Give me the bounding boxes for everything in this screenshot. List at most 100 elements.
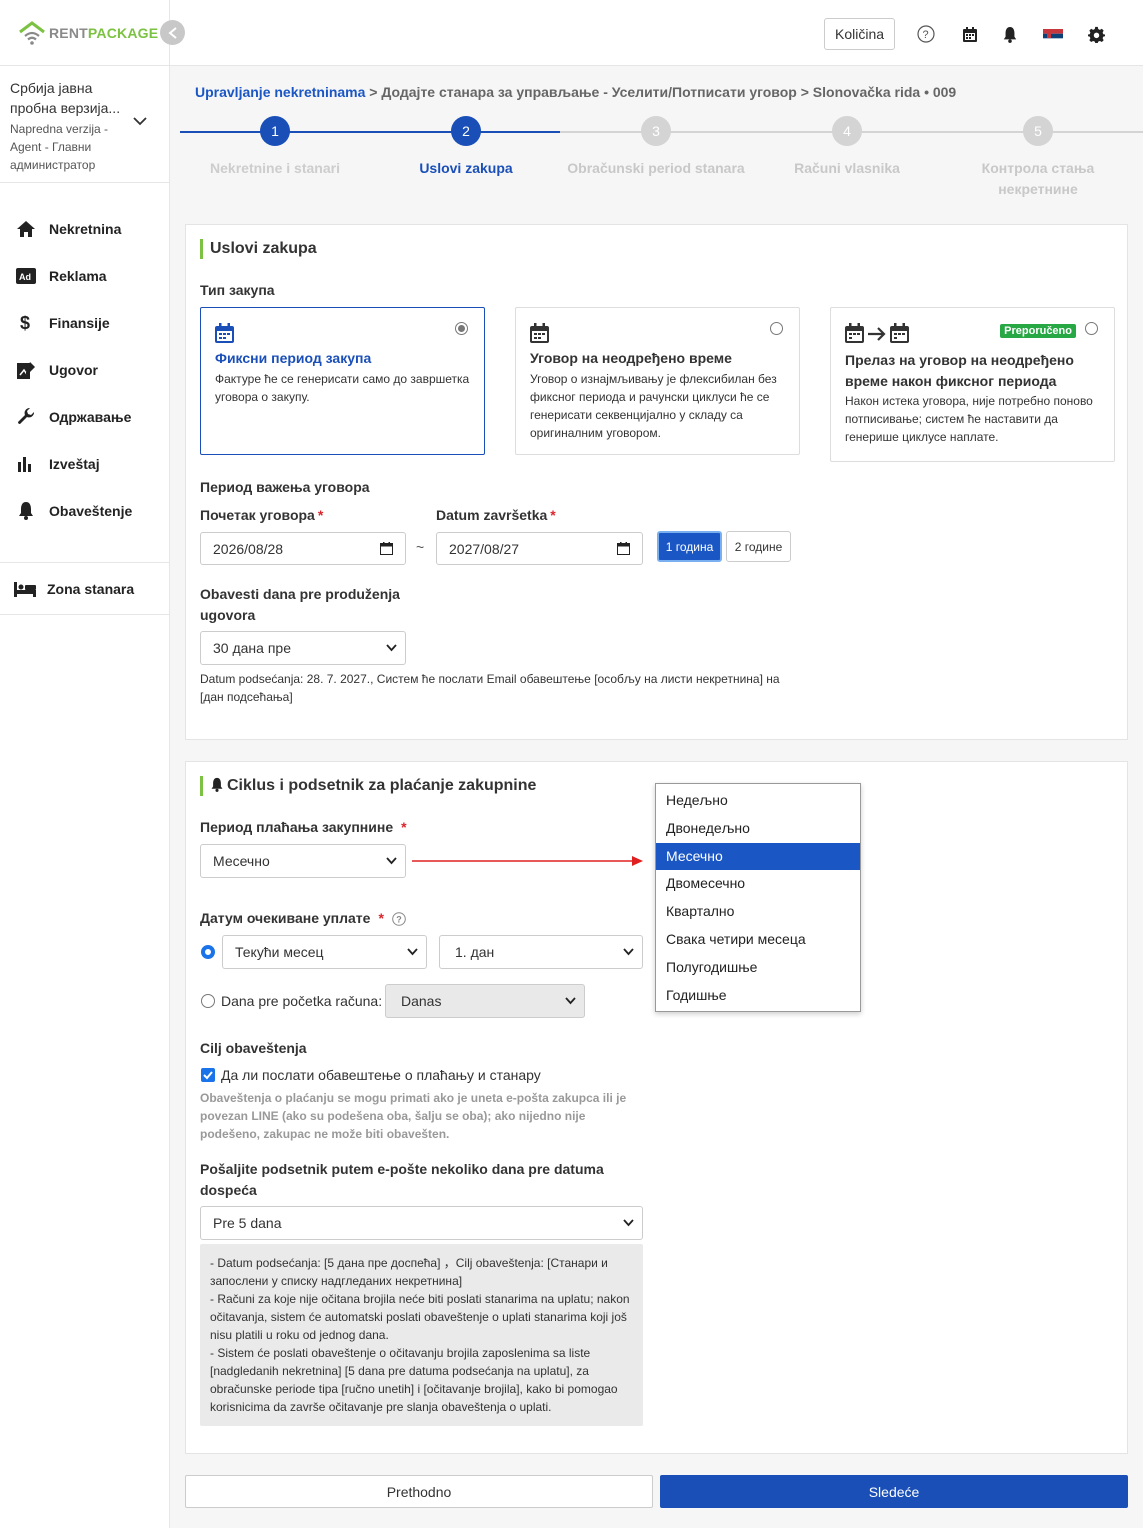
step-1[interactable]: 1 Nekretnine i stanari [180,116,370,179]
step-number: 4 [832,116,862,146]
start-date-text: Почетак уговора [200,507,315,523]
chevron-down-icon[interactable] [133,116,147,126]
nav-item-izvestaj[interactable]: Izveštaj [0,440,169,487]
two-years-button[interactable]: 2 године [726,531,791,562]
days-before-value: Danas [401,993,442,1009]
dropdown-option[interactable]: Двонедељно [656,815,860,843]
lease-option-transition[interactable]: Preporučeno Прелаз на уговор на неодређе… [830,307,1115,462]
notify-days-value: 30 дана пре [213,640,291,656]
notify-days-select[interactable]: 30 дана пре [200,631,406,665]
step-3: 3 Obračunski period stanara [561,116,751,179]
expected-payment-label: Датум очекиване уплате * ? [200,910,406,926]
radio-transition[interactable] [1085,322,1098,335]
step-label: Контрола стања некретнине [981,160,1095,197]
nav-label: Izveštaj [49,455,100,472]
reminder-date-hint: Datum podsećanja: 28. 7. 2027., Систем ћ… [200,672,780,704]
payment-period-select[interactable]: Месечно [200,844,406,878]
lease-option-fixed[interactable]: Фиксни период закупа Фактуре ће се генер… [200,307,485,455]
breadcrumb: Upravljanje nekretninama > Додајте стана… [195,84,956,100]
step-label: Računi vlasnika [794,160,900,176]
nav-item-finansije[interactable]: $ Finansije [0,299,169,346]
dropdown-option[interactable]: Годишње [656,982,860,1010]
account-switcher[interactable]: Србија јавна пробна верзија... Napredna … [0,66,169,183]
settings-gear-icon[interactable] [1086,24,1106,44]
checkmark-icon [203,1071,213,1080]
email-reminder-value: Pre 5 dana [213,1215,282,1231]
due-day-select[interactable]: 1. дан [439,935,643,969]
radio-current-month[interactable] [201,945,215,959]
dropdown-option[interactable]: Квартално [656,898,860,926]
calendar-picker-icon[interactable] [380,542,393,555]
one-year-button[interactable]: 1 година [657,531,722,562]
start-date-input[interactable]: 2026/08/28 [200,532,406,565]
notify-tenant-label[interactable]: Да ли послати обавештење о плаћању и ста… [221,1067,541,1083]
days-before-select[interactable]: Danas [385,984,585,1018]
bell-icon [15,501,37,521]
nav-item-zona-stanara[interactable]: Zona stanara [0,563,169,615]
dropdown-option[interactable]: Свака четири месеца [656,926,860,954]
lease-option-indefinite[interactable]: Уговор на неодређено време Уговор о изна… [515,307,800,455]
nav-label: Nekretnina [49,220,122,237]
notification-bell-icon[interactable] [1000,24,1020,44]
radio-days-before[interactable] [201,994,215,1008]
nav-label: Finansije [49,314,110,331]
reminder-info-box: - Datum podsećanja: [5 дана пре доспећа]… [200,1244,643,1426]
serbian-flag-icon[interactable] [1043,26,1063,46]
radio-fixed-period[interactable] [455,322,468,335]
nav-item-odrzavanje[interactable]: Одржавање [0,393,169,440]
svg-text:?: ? [923,29,929,41]
chevron-left-icon [167,26,177,39]
nav-item-obavestenje[interactable]: Obaveštenje [0,487,169,534]
payment-period-text: Период плаћања закупнине [200,819,394,835]
step-4: 4 Računi vlasnika [752,116,942,179]
calendar-icon[interactable] [960,24,980,44]
nav-item-ugovor[interactable]: Ugovor [0,346,169,393]
chevron-down-icon [386,644,397,652]
dropdown-option[interactable]: Двомесечно [656,870,860,898]
due-month-select[interactable]: Текући месец [222,935,427,969]
start-date-label: Почетак уговора * [200,507,323,523]
sidebar: RENTPACKAGE Србија јавна пробна верзија.… [0,0,170,1528]
radio-indefinite[interactable] [770,322,783,335]
next-button[interactable]: Sledeće [660,1475,1128,1508]
red-arrow-annotation-icon [412,856,643,866]
chevron-down-icon [407,948,418,956]
calendar-picker-icon[interactable] [617,542,630,555]
quantity-button[interactable]: Količina [824,18,895,50]
nav-label: Одржавање [49,408,132,425]
collapse-sidebar-button[interactable] [160,20,185,45]
info-line: - Datum podsećanja: [5 дана пре доспећа]… [210,1256,608,1288]
nav-item-reklama[interactable]: Ad Reklama [0,252,169,299]
logo[interactable]: RENTPACKAGE [0,0,169,66]
help-icon[interactable]: ? [916,24,936,44]
nav-item-nekretnina[interactable]: Nekretnina [0,205,169,252]
bell-icon [211,777,223,792]
step-2[interactable]: 2 Uslovi zakupa [371,116,561,179]
dropdown-option[interactable]: Недељно [656,787,860,815]
option-description: Уговор о изнајмљивању је флексибилан без… [530,372,777,440]
previous-button[interactable]: Prethodno [185,1475,653,1508]
required-marker: * [550,507,556,523]
dropdown-option[interactable]: Полугодишње [656,954,860,982]
email-reminder-select[interactable]: Pre 5 dana [200,1206,643,1240]
required-marker: * [401,819,407,835]
nav-label: Obaveštenje [49,502,133,519]
svg-text:Ad: Ad [19,272,31,282]
dropdown-option-selected[interactable]: Месечно [656,842,860,871]
lease-terms-card: Uslovi zakupa Тип закупа Фиксни период з… [185,224,1128,740]
calendar-to-calendar-icon [845,323,909,343]
payment-period-dropdown: Недељно Двонедељно Месечно Двомесечно Кв… [655,783,861,1012]
breadcrumb-property: Slonovačka rida • 009 [812,84,957,100]
help-icon[interactable]: ? [391,912,406,926]
breadcrumb-root-link[interactable]: Upravljanje nekretninama [195,84,365,100]
ad-icon: Ad [15,266,37,286]
notify-tenant-checkbox[interactable] [201,1068,215,1082]
chevron-down-icon [565,997,576,1005]
account-name: Србија јавна пробна верзија... [10,80,121,116]
notify-renewal-label: Obavesti dana pre produženja ugovora [200,586,400,623]
expected-payment-text: Датум очекиване уплате [200,910,371,926]
date-range-separator: ~ [416,539,425,555]
end-date-input[interactable]: 2027/08/27 [436,532,643,565]
recommended-badge: Preporučeno [1000,324,1076,338]
step-number: 2 [451,116,481,146]
